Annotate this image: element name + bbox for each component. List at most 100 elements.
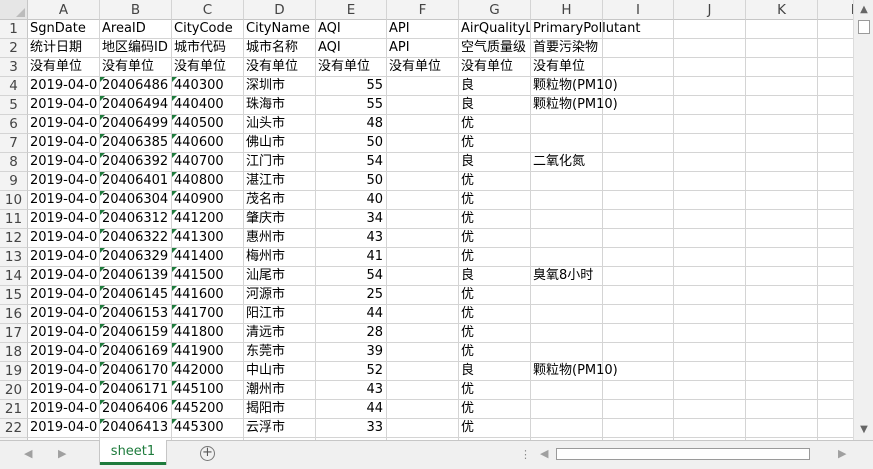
cell-d7[interactable]: 佛山市: [244, 134, 316, 153]
cell-g17[interactable]: 优: [459, 324, 531, 343]
cell-d4[interactable]: 深圳市: [244, 77, 316, 96]
cell-l22[interactable]: [818, 419, 853, 438]
cell-j4[interactable]: [674, 77, 746, 96]
cell-f1[interactable]: API: [387, 20, 459, 39]
cell-h16[interactable]: [531, 305, 603, 324]
cell-b16[interactable]: 20406153: [100, 305, 172, 324]
cell-a19[interactable]: 2019-04-0: [28, 362, 100, 381]
cell-j7[interactable]: [674, 134, 746, 153]
cell-h3[interactable]: 没有单位: [531, 58, 603, 77]
cell-e10[interactable]: 40: [316, 191, 387, 210]
cell-h23[interactable]: [531, 438, 603, 440]
cell-e14[interactable]: 54: [316, 267, 387, 286]
cell-l15[interactable]: [818, 286, 853, 305]
cell-c1[interactable]: CityCode: [172, 20, 244, 39]
cell-k16[interactable]: [746, 305, 818, 324]
cell-g2[interactable]: 空气质量级: [459, 39, 531, 58]
cell-f20[interactable]: [387, 381, 459, 400]
row-header-4[interactable]: 4: [0, 77, 28, 96]
cell-f19[interactable]: [387, 362, 459, 381]
cell-h20[interactable]: [531, 381, 603, 400]
row-header-15[interactable]: 15: [0, 286, 28, 305]
cell-i15[interactable]: [603, 286, 674, 305]
cell-f12[interactable]: [387, 229, 459, 248]
cell-i20[interactable]: [603, 381, 674, 400]
column-header-j[interactable]: J: [674, 0, 746, 20]
cell-b13[interactable]: 20406329: [100, 248, 172, 267]
cell-g5[interactable]: 良: [459, 96, 531, 115]
cell-a13[interactable]: 2019-04-0: [28, 248, 100, 267]
cell-i2[interactable]: [603, 39, 674, 58]
cell-f6[interactable]: [387, 115, 459, 134]
cell-j13[interactable]: [674, 248, 746, 267]
cell-c3[interactable]: 没有单位: [172, 58, 244, 77]
cell-c2[interactable]: 城市代码: [172, 39, 244, 58]
cell-h2[interactable]: 首要污染物: [531, 39, 603, 58]
cell-a2[interactable]: 统计日期: [28, 39, 100, 58]
row-header-18[interactable]: 18: [0, 343, 28, 362]
cell-g10[interactable]: 优: [459, 191, 531, 210]
cell-c5[interactable]: 440400: [172, 96, 244, 115]
cell-i7[interactable]: [603, 134, 674, 153]
cell-j16[interactable]: [674, 305, 746, 324]
cell-l17[interactable]: [818, 324, 853, 343]
cell-a3[interactable]: 没有单位: [28, 58, 100, 77]
cell-i17[interactable]: [603, 324, 674, 343]
row-header-3[interactable]: 3: [0, 58, 28, 77]
cell-g1[interactable]: AirQualityL: [459, 20, 531, 39]
row-header-14[interactable]: 14: [0, 267, 28, 286]
cell-d9[interactable]: 湛江市: [244, 172, 316, 191]
cell-d13[interactable]: 梅州市: [244, 248, 316, 267]
cell-g19[interactable]: 良: [459, 362, 531, 381]
cell-a17[interactable]: 2019-04-0: [28, 324, 100, 343]
cell-e1[interactable]: AQI: [316, 20, 387, 39]
cell-h1[interactable]: PrimaryPollutant: [531, 20, 640, 39]
cell-d16[interactable]: 阳江市: [244, 305, 316, 324]
tab-split-handle-icon[interactable]: ⋮: [520, 448, 531, 461]
cell-g18[interactable]: 优: [459, 343, 531, 362]
cell-l12[interactable]: [818, 229, 853, 248]
column-header-b[interactable]: B: [100, 0, 172, 20]
scroll-up-icon[interactable]: ▲: [856, 2, 872, 18]
cell-e7[interactable]: 50: [316, 134, 387, 153]
cell-j2[interactable]: [674, 39, 746, 58]
cell-c12[interactable]: 441300: [172, 229, 244, 248]
cell-d6[interactable]: 汕头市: [244, 115, 316, 134]
scroll-down-icon[interactable]: ▼: [856, 422, 872, 438]
cell-h4[interactable]: 颗粒物(PM10): [531, 77, 618, 96]
cell-h19[interactable]: 颗粒物(PM10): [531, 362, 618, 381]
horizontal-scroll-thumb[interactable]: [556, 448, 810, 460]
cell-g20[interactable]: 优: [459, 381, 531, 400]
cell-c20[interactable]: 445100: [172, 381, 244, 400]
cell-d12[interactable]: 惠州市: [244, 229, 316, 248]
cell-b4[interactable]: 20406486: [100, 77, 172, 96]
cell-h14[interactable]: 臭氧8小时: [531, 267, 603, 286]
cell-f5[interactable]: [387, 96, 459, 115]
cell-i16[interactable]: [603, 305, 674, 324]
cell-f15[interactable]: [387, 286, 459, 305]
cell-k12[interactable]: [746, 229, 818, 248]
cell-e17[interactable]: 28: [316, 324, 387, 343]
cell-h12[interactable]: [531, 229, 603, 248]
row-header-21[interactable]: 21: [0, 400, 28, 419]
cell-g12[interactable]: 优: [459, 229, 531, 248]
cell-j10[interactable]: [674, 191, 746, 210]
cell-j9[interactable]: [674, 172, 746, 191]
cell-h11[interactable]: [531, 210, 603, 229]
row-header-10[interactable]: 10: [0, 191, 28, 210]
cell-i9[interactable]: [603, 172, 674, 191]
cell-g22[interactable]: 优: [459, 419, 531, 438]
cell-l7[interactable]: [818, 134, 853, 153]
cell-d10[interactable]: 茂名市: [244, 191, 316, 210]
cell-k13[interactable]: [746, 248, 818, 267]
cell-e5[interactable]: 55: [316, 96, 387, 115]
cell-b7[interactable]: 20406385: [100, 134, 172, 153]
cell-f16[interactable]: [387, 305, 459, 324]
column-header-c[interactable]: C: [172, 0, 244, 20]
cell-k8[interactable]: [746, 153, 818, 172]
cell-l11[interactable]: [818, 210, 853, 229]
cell-e4[interactable]: 55: [316, 77, 387, 96]
cell-c14[interactable]: 441500: [172, 267, 244, 286]
cell-d8[interactable]: 江门市: [244, 153, 316, 172]
cell-a18[interactable]: 2019-04-0: [28, 343, 100, 362]
